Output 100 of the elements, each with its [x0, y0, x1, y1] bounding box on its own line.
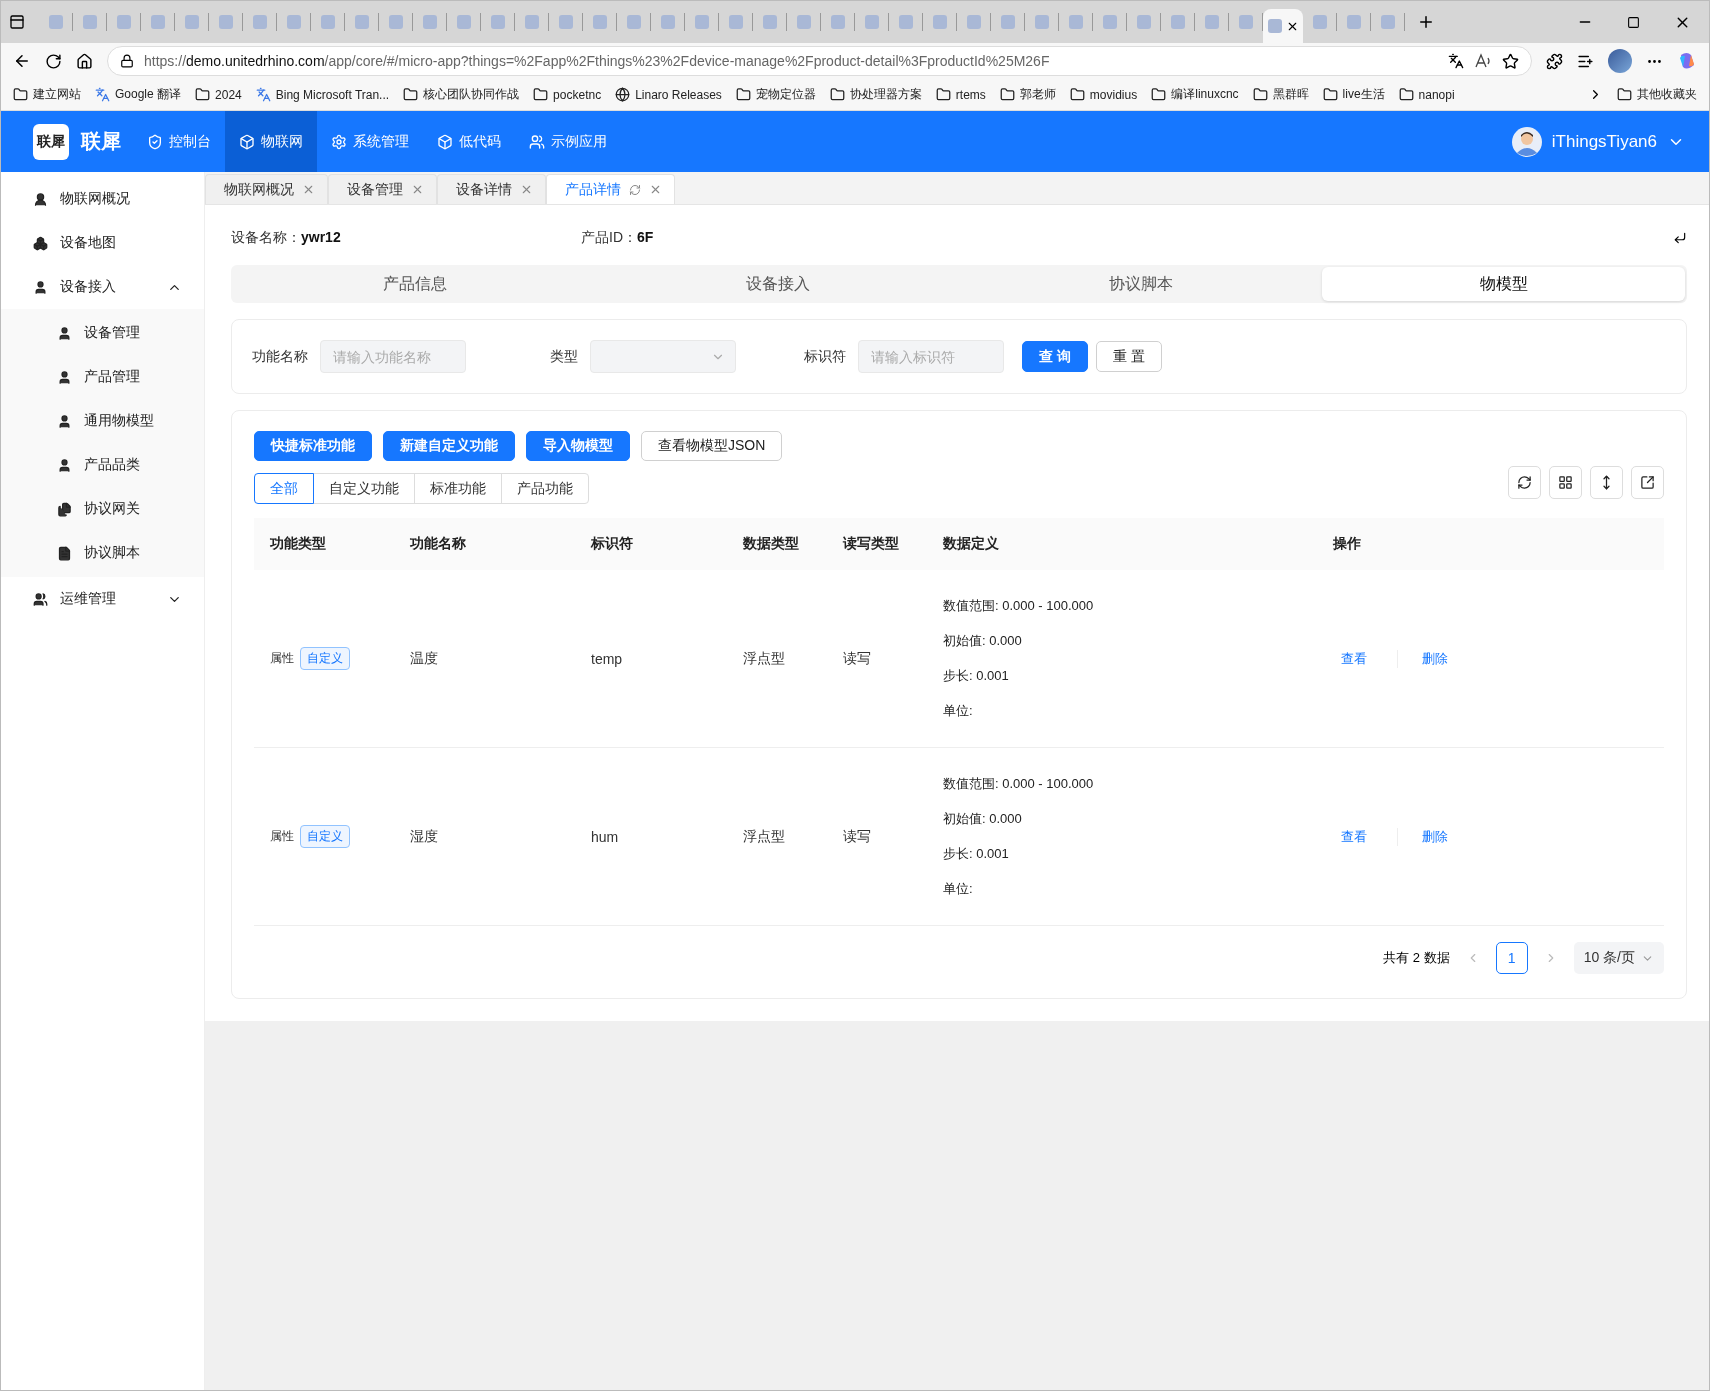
- sidebar-item[interactable]: 协议网关: [1, 487, 204, 531]
- folder-icon: [1069, 87, 1085, 102]
- page-icon: [1034, 15, 1049, 29]
- nav-item[interactable]: 低代码: [423, 111, 515, 172]
- user-icon: [57, 413, 72, 429]
- page-number[interactable]: 1: [1495, 942, 1528, 974]
- reload-icon[interactable]: [45, 52, 62, 70]
- refresh-icon[interactable]: [629, 183, 641, 196]
- sidebar-item[interactable]: 设备接入: [1, 265, 204, 309]
- refresh-icon[interactable]: [1508, 466, 1541, 499]
- column-header: 读写类型: [827, 518, 927, 570]
- home-icon[interactable]: [76, 52, 93, 70]
- maximize-icon[interactable]: [1627, 15, 1640, 29]
- address-bar[interactable]: https://demo.unitedrhino.com/app/core/#/micro-app?things=%2Fapp%2Fthings%23%2Fdevice-manage%2Fproduct-detail%3FproductId%25M26F: [107, 46, 1532, 76]
- page-icon: [48, 15, 63, 29]
- bookmark[interactable]: nanopi: [1398, 87, 1455, 102]
- action-link[interactable]: 删除: [1397, 649, 1472, 668]
- sidebar-item[interactable]: 运维管理: [1, 577, 204, 621]
- bookmark[interactable]: live生活: [1322, 86, 1385, 103]
- bookmark[interactable]: 黑群晖: [1252, 86, 1309, 103]
- segment-tab[interactable]: 物模型: [1322, 267, 1685, 301]
- translate-icon[interactable]: [1448, 53, 1464, 69]
- folder-icon: [829, 87, 845, 102]
- page-icon: [150, 15, 165, 29]
- filter-label: 标识符: [804, 347, 846, 366]
- collapse-icon[interactable]: [1673, 231, 1687, 245]
- reset-button[interactable]: 重 置: [1095, 341, 1162, 372]
- page-tab[interactable]: 设备管理: [328, 174, 437, 204]
- sidebar-item[interactable]: 物联网概况: [1, 177, 204, 221]
- action-button[interactable]: 新建自定义功能: [383, 431, 515, 461]
- new-tab-icon[interactable]: [1417, 13, 1435, 31]
- grid-icon[interactable]: [1549, 466, 1582, 499]
- row-height-icon[interactable]: [1590, 466, 1623, 499]
- bookmark[interactable]: Google 翻译: [95, 86, 182, 103]
- filter-tab[interactable]: 全部: [254, 473, 314, 504]
- bookmark[interactable]: 宠物定位器: [735, 86, 816, 103]
- bookmark[interactable]: movidius: [1069, 87, 1138, 102]
- shield-icon: [147, 133, 163, 150]
- filter-field[interactable]: 请输入标识符: [858, 340, 1004, 373]
- page-icon: [490, 15, 505, 29]
- segment-tab[interactable]: 设备接入: [596, 267, 959, 301]
- sidebar-item[interactable]: 通用物模型: [1, 399, 204, 443]
- bookmark[interactable]: 建立网站: [13, 86, 81, 103]
- search-button[interactable]: 查 询: [1022, 341, 1088, 372]
- action-button[interactable]: 查看物模型JSON: [641, 431, 783, 461]
- bookmark[interactable]: 郭老师: [999, 86, 1056, 103]
- page-tab[interactable]: 物联网概况: [205, 174, 328, 204]
- profile-avatar[interactable]: [1608, 49, 1632, 73]
- table-cell: 浮点型: [743, 827, 785, 846]
- column-header: 数据类型: [727, 518, 827, 570]
- page-icon: [558, 15, 573, 29]
- bookmark[interactable]: Bing Microsoft Tran...: [255, 87, 390, 102]
- nav-item[interactable]: 物联网: [225, 111, 317, 172]
- sidebar-item[interactable]: 设备地图: [1, 221, 204, 265]
- action-link[interactable]: 删除: [1397, 827, 1472, 846]
- action-button[interactable]: 导入物模型: [526, 431, 630, 461]
- action-button[interactable]: 快捷标准功能: [254, 431, 372, 461]
- nav-item[interactable]: 系统管理: [317, 111, 423, 172]
- sidebar-item[interactable]: 设备管理: [1, 311, 204, 355]
- read-aloud-icon[interactable]: [1474, 53, 1492, 69]
- page-size-select[interactable]: 10 条/页: [1573, 942, 1664, 974]
- extensions-icon[interactable]: [1546, 52, 1563, 70]
- filter-field[interactable]: 请输入功能名称: [320, 340, 466, 373]
- filter-tab[interactable]: 自定义功能: [313, 473, 415, 504]
- bookmark[interactable]: 协处理器方案: [829, 86, 922, 103]
- page-tab[interactable]: 设备详情: [437, 174, 546, 204]
- page-icon: [898, 15, 913, 29]
- sidebar-item[interactable]: 产品品类: [1, 443, 204, 487]
- copilot-icon[interactable]: [1677, 51, 1697, 71]
- back-icon[interactable]: [13, 52, 31, 70]
- user-avatar[interactable]: [1511, 126, 1542, 157]
- nav-item[interactable]: 控制台: [133, 111, 225, 172]
- action-link[interactable]: 查看: [1317, 827, 1391, 846]
- bookmark[interactable]: 2024: [195, 87, 242, 102]
- sidebar-item[interactable]: 产品管理: [1, 355, 204, 399]
- export-icon[interactable]: [1631, 466, 1664, 499]
- bookmark[interactable]: 其他收藏夹: [1617, 86, 1697, 103]
- tag: 自定义: [300, 825, 350, 848]
- bookmark[interactable]: rtems: [935, 87, 986, 102]
- page-tab[interactable]: 产品详情: [546, 174, 675, 204]
- nav-item[interactable]: 示例应用: [515, 111, 621, 172]
- action-link[interactable]: 查看: [1317, 649, 1391, 668]
- bookmark[interactable]: Linaro Releases: [615, 87, 722, 102]
- type-select[interactable]: [590, 340, 736, 373]
- page-icon: [796, 15, 811, 29]
- segment-tab[interactable]: 协议脚本: [959, 267, 1322, 301]
- column-header: 功能类型: [254, 518, 394, 570]
- page-icon: [1170, 15, 1185, 29]
- page-icon: [864, 15, 879, 29]
- sidebar-item[interactable]: 协议脚本: [1, 531, 204, 575]
- tab-actions-icon[interactable]: [9, 14, 25, 30]
- page-icon: [762, 15, 777, 29]
- filter-tab[interactable]: 标准功能: [414, 473, 502, 504]
- segment-tab[interactable]: 产品信息: [233, 267, 596, 301]
- user-name[interactable]: iThingsTiyan6: [1551, 131, 1657, 152]
- filter-tab[interactable]: 产品功能: [501, 473, 589, 504]
- bookmark[interactable]: 编译linuxcnc: [1151, 86, 1239, 103]
- bookmark[interactable]: pocketnc: [533, 87, 602, 102]
- bookmark[interactable]: 核心团队协同作战: [403, 86, 520, 103]
- favorite-star-icon[interactable]: [1502, 52, 1519, 70]
